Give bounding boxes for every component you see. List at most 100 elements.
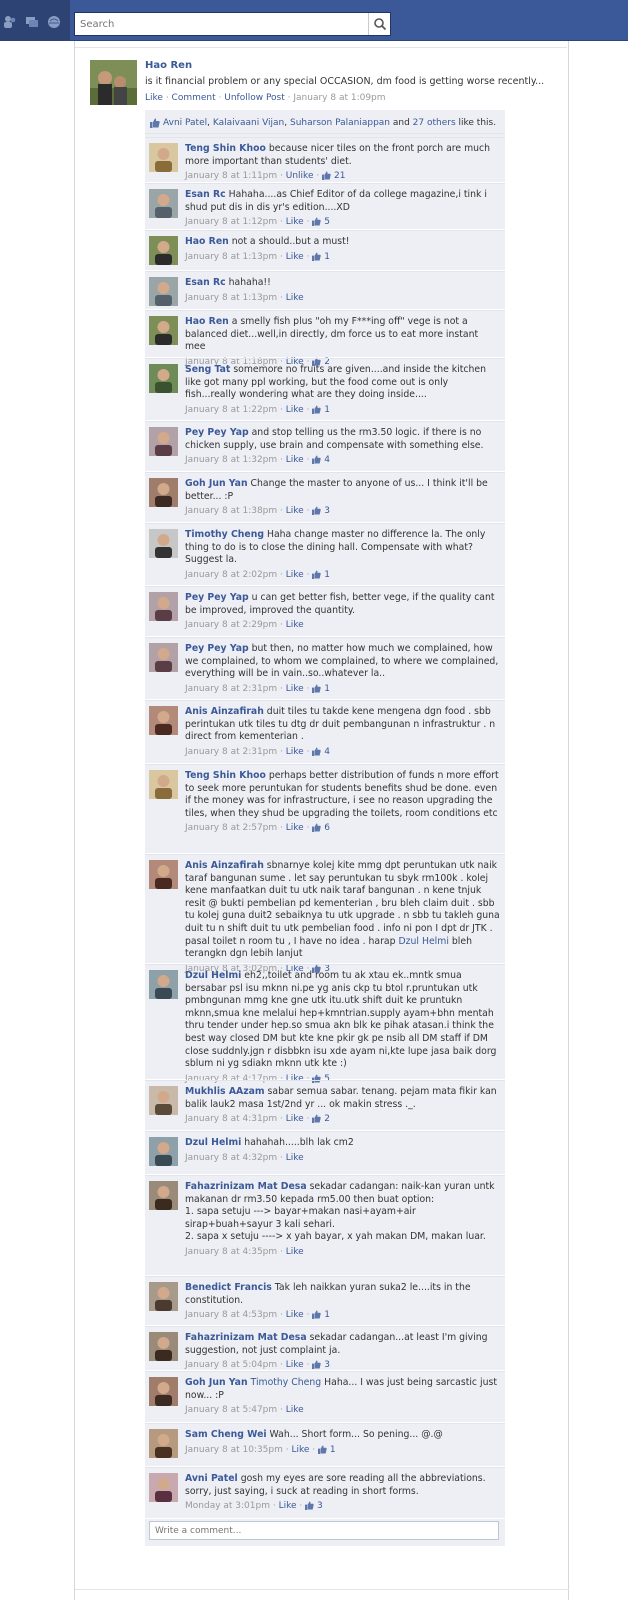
comment-input[interactable] [150,1522,498,1539]
commenter-avatar[interactable] [149,316,178,345]
commenter-name[interactable]: Anis Ainzafirah [185,860,264,871]
commenter-avatar[interactable] [149,643,178,672]
commenter-name[interactable]: Hao Ren [185,316,229,327]
like-button[interactable]: Like [279,1501,297,1511]
comment-like-count[interactable]: 1 [312,252,330,262]
post-author-name[interactable]: Hao Ren [145,60,192,71]
commenter-avatar[interactable] [149,236,178,265]
comment-like-count[interactable]: 1 [312,1310,330,1320]
commenter-avatar[interactable] [149,478,178,507]
commenter-name[interactable]: Goh Jun Yan [185,478,248,489]
commenter-avatar[interactable] [149,970,178,999]
like-button[interactable]: Like [286,252,304,262]
like-button[interactable]: Like [286,455,304,465]
like-button[interactable]: Like [145,93,163,103]
commenter-avatar[interactable] [149,277,178,306]
commenter-name[interactable]: Pey Pey Yap [185,427,249,438]
commenter-name[interactable]: Esan Rc [185,189,226,200]
like-button[interactable]: Like [286,1247,304,1257]
comment-timestamp[interactable]: January 8 at 10:35pm [185,1445,283,1455]
comment-timestamp[interactable]: January 8 at 5:04pm [185,1360,277,1370]
like-button[interactable]: Like [286,217,304,227]
like-button[interactable]: Like [286,823,304,833]
comment-like-count[interactable]: 2 [312,1114,330,1124]
commenter-name[interactable]: Mukhlis AAzam [185,1086,265,1097]
commenter-name[interactable]: Seng Tat [185,364,230,375]
comment-button[interactable]: Comment [172,93,216,103]
comment-timestamp[interactable]: January 8 at 2:02pm [185,570,277,580]
like-button[interactable]: Like [286,620,304,630]
commenter-name[interactable]: Avni Patel [185,1473,238,1484]
comment-timestamp[interactable]: January 8 at 1:38pm [185,506,277,516]
mention-link[interactable]: Timothy Cheng [251,1377,322,1388]
like-button[interactable]: Like [286,1360,304,1370]
post-timestamp[interactable]: January 8 at 1:09pm [293,93,385,103]
commenter-avatar[interactable] [149,529,178,558]
notifications-icon[interactable] [47,15,61,29]
like-button[interactable]: Like [286,405,304,415]
comment-timestamp[interactable]: Monday at 3:01pm [185,1501,270,1511]
commenter-avatar[interactable] [149,364,178,393]
commenter-name[interactable]: Benedict Francis [185,1282,272,1293]
commenter-avatar[interactable] [149,1377,178,1406]
comment-like-count[interactable]: 4 [312,747,330,757]
commenter-name[interactable]: Teng Shin Khoo [185,770,266,781]
like-button[interactable]: Like [286,1114,304,1124]
commenter-avatar[interactable] [149,1181,178,1210]
comment-like-count[interactable]: 21 [322,171,345,181]
unlike-button[interactable]: Unlike [286,171,314,181]
commenter-name[interactable]: Dzul Helmi [185,1137,241,1148]
comment-timestamp[interactable]: January 8 at 1:22pm [185,405,277,415]
commenter-avatar[interactable] [149,706,178,735]
commenter-name[interactable]: Sam Cheng Wei [185,1429,267,1440]
search-button[interactable] [368,13,390,35]
commenter-name[interactable]: Dzul Helmi [185,970,241,981]
comment-timestamp[interactable]: January 8 at 1:12pm [185,217,277,227]
like-button[interactable]: Like [286,570,304,580]
comment-timestamp[interactable]: January 8 at 1:32pm [185,455,277,465]
comment-timestamp[interactable]: January 8 at 2:31pm [185,747,277,757]
comment-like-count[interactable]: 5 [312,217,330,227]
commenter-avatar[interactable] [149,1473,178,1502]
friends-icon[interactable] [3,15,17,29]
liker-link[interactable]: Kalaivaani Vijan [213,118,284,128]
comment-like-count[interactable]: 1 [312,405,330,415]
commenter-name[interactable]: Esan Rc [185,277,226,288]
comment-timestamp[interactable]: January 8 at 1:11pm [185,171,277,181]
like-button[interactable]: Like [291,1445,309,1455]
commenter-name[interactable]: Goh Jun Yan [185,1377,248,1388]
commenter-name[interactable]: Pey Pey Yap [185,643,249,654]
comment-like-count[interactable]: 1 [312,684,330,694]
commenter-avatar[interactable] [149,427,178,456]
commenter-avatar[interactable] [149,1282,178,1311]
like-button[interactable]: Like [286,1310,304,1320]
comment-timestamp[interactable]: January 8 at 5:47pm [185,1405,277,1415]
comment-timestamp[interactable]: January 8 at 4:53pm [185,1310,277,1320]
liker-link[interactable]: Avni Patel [163,118,207,128]
like-button[interactable]: Like [286,506,304,516]
search-input[interactable] [75,13,365,35]
commenter-avatar[interactable] [149,860,178,889]
messages-icon[interactable] [25,15,39,29]
like-button[interactable]: Like [286,747,304,757]
commenter-avatar[interactable] [149,1137,178,1166]
commenter-avatar[interactable] [149,1086,178,1115]
comment-timestamp[interactable]: January 8 at 2:57pm [185,823,277,833]
commenter-name[interactable]: Fahazrinizam Mat Desa [185,1332,307,1343]
commenter-name[interactable]: Hao Ren [185,236,229,247]
comment-timestamp[interactable]: January 8 at 4:32pm [185,1153,277,1163]
commenter-avatar[interactable] [149,189,178,218]
commenter-name[interactable]: Teng Shin Khoo [185,143,266,154]
comment-like-count[interactable]: 1 [312,570,330,580]
like-button[interactable]: Like [286,684,304,694]
comment-timestamp[interactable]: January 8 at 4:31pm [185,1114,277,1124]
comment-like-count[interactable]: 3 [312,1360,330,1370]
commenter-avatar[interactable] [149,143,178,172]
unfollow-post-button[interactable]: Unfollow Post [224,93,285,103]
comment-timestamp[interactable]: January 8 at 1:13pm [185,293,277,303]
commenter-avatar[interactable] [149,1332,178,1361]
commenter-name[interactable]: Fahazrinizam Mat Desa [185,1181,307,1192]
comment-like-count[interactable]: 1 [318,1445,336,1455]
comment-timestamp[interactable]: January 8 at 4:35pm [185,1247,277,1257]
comment-timestamp[interactable]: January 8 at 2:31pm [185,684,277,694]
